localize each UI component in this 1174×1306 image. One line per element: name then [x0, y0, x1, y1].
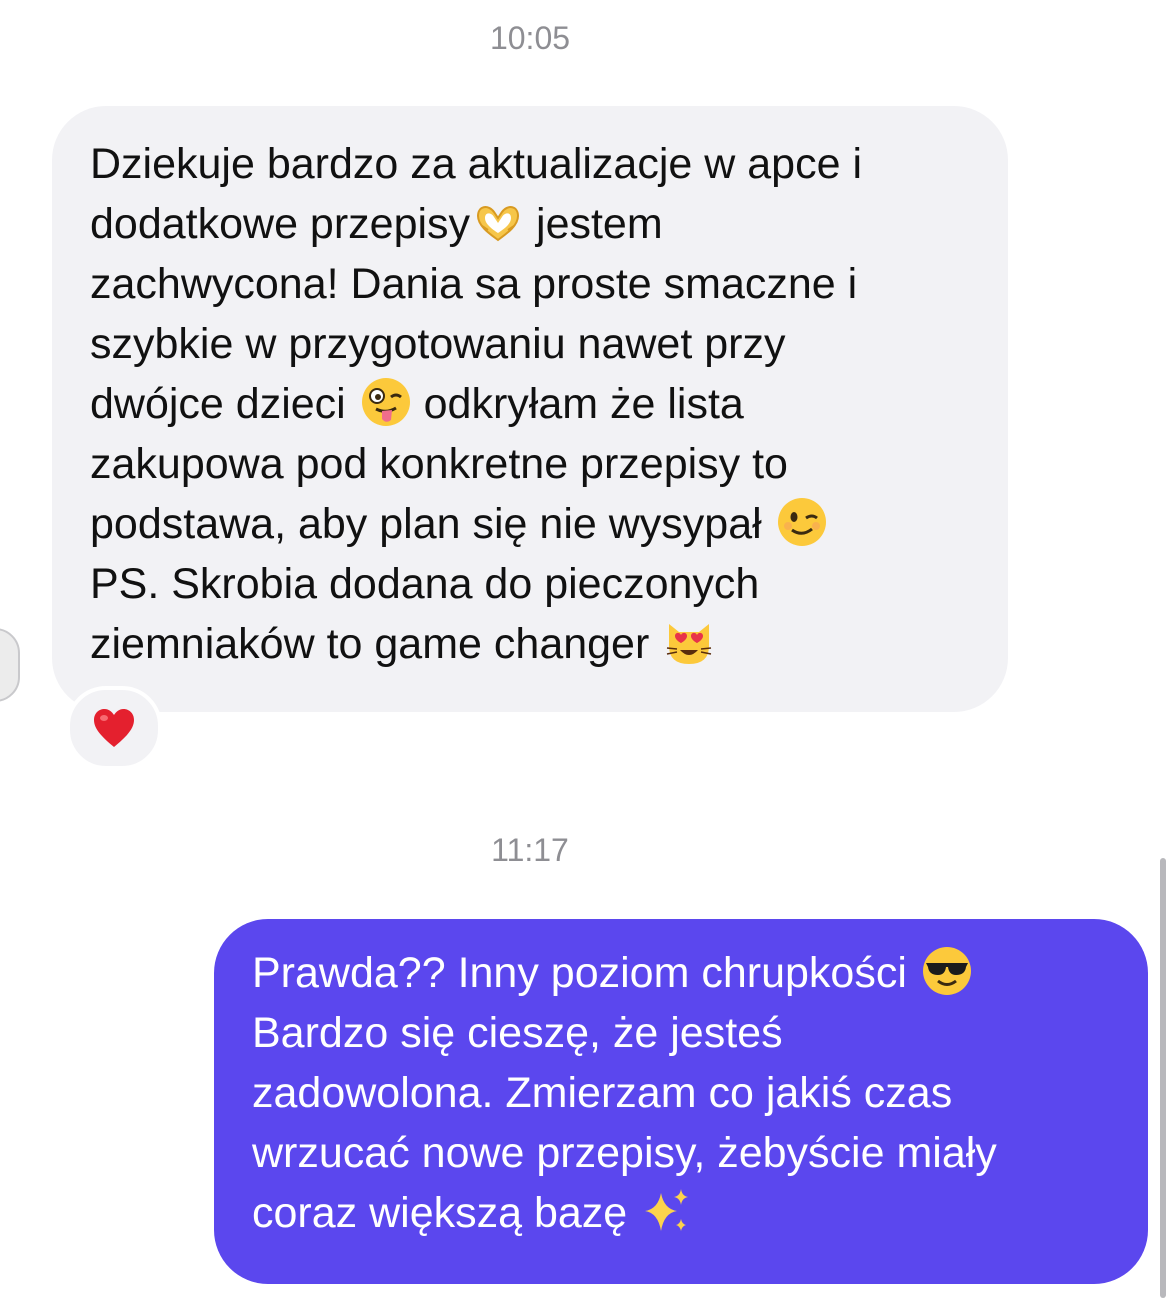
message-line: zakupowa pod konkretne przepisy to	[90, 440, 788, 488]
winking-face-emoji-icon	[776, 496, 828, 548]
message-line: podstawa, aby plan się nie wysypał	[90, 494, 984, 554]
message-line: zachwycona! Dania sa proste smaczne i	[90, 260, 858, 308]
message-line: zadowolona. Zmierzam co jakiś czas	[252, 1069, 953, 1117]
message-line: coraz większą bazę	[252, 1183, 1124, 1243]
sunglasses-face-emoji-icon	[921, 945, 973, 997]
outgoing-message-bubble[interactable]: Prawda?? Inny poziom chrupkości Bardzo s…	[214, 919, 1148, 1284]
message-line: Bardzo się cieszę, że jesteś	[252, 1009, 783, 1057]
heart-hands-emoji-icon	[472, 196, 524, 248]
incoming-message-bubble[interactable]: Dziekuje bardzo za aktualizacje w apce i…	[52, 106, 1008, 712]
scrollbar[interactable]	[1160, 858, 1166, 1298]
avatar[interactable]	[0, 628, 20, 702]
message-line: dodatkowe przepisy jestem	[90, 194, 984, 254]
sparkles-emoji-icon	[641, 1185, 693, 1237]
message-line: szybkie w przygotowaniu nawet przy	[90, 320, 786, 368]
message-line: wrzucać nowe przepisy, żebyście miały	[252, 1129, 997, 1177]
heart-reaction[interactable]	[66, 686, 162, 770]
message-line: dwójce dzieci odkryłam że lista	[90, 374, 984, 434]
red-heart-icon	[94, 709, 134, 747]
timestamp: 11:17	[491, 832, 569, 868]
message-line: ziemniaków to game changer	[90, 614, 984, 674]
message-line: Prawda?? Inny poziom chrupkości	[252, 943, 1124, 1003]
zany-face-emoji-icon	[360, 376, 412, 428]
message-line: PS. Skrobia dodana do pieczonych	[90, 560, 760, 608]
timestamp: 10:05	[489, 20, 571, 56]
heart-eyes-cat-emoji-icon	[663, 616, 715, 668]
message-line: Dziekuje bardzo za aktualizacje w apce i	[90, 140, 863, 188]
